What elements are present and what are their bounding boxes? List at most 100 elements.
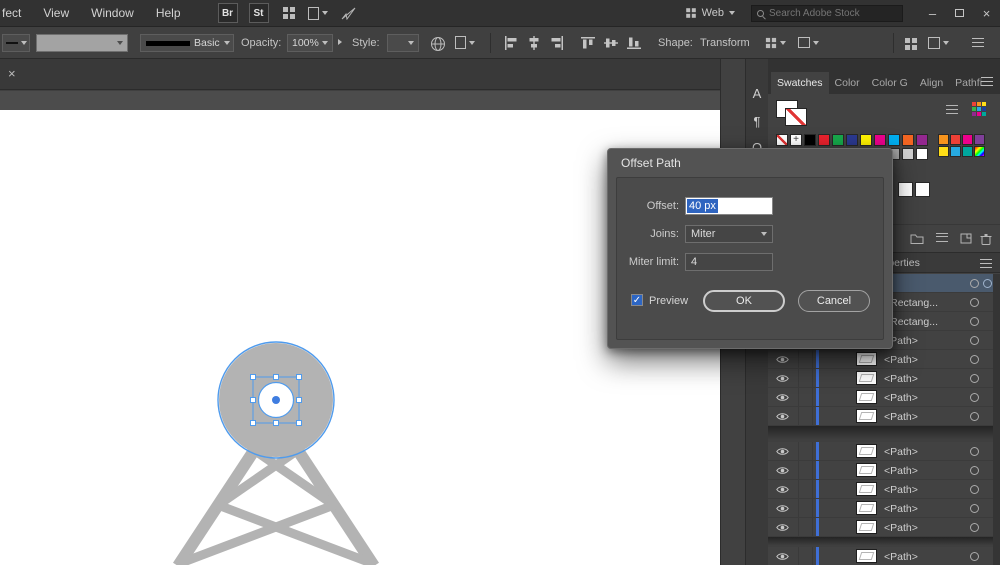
menu-item-window[interactable]: Window (80, 6, 145, 20)
menu-item-help[interactable]: Help (145, 6, 192, 20)
align-right-icon[interactable] (550, 36, 564, 50)
document-tab-close-icon[interactable]: × (8, 66, 16, 81)
center-anchor-point[interactable] (272, 396, 280, 404)
color-themes-icon[interactable] (972, 102, 986, 116)
stock-search[interactable] (751, 5, 903, 22)
fill-style-dropdown[interactable] (36, 34, 128, 52)
align-bottom-icon[interactable] (627, 36, 641, 50)
layer-label[interactable]: <Path> (884, 484, 918, 496)
visibility-eye-icon[interactable] (776, 485, 789, 494)
menu-item-view[interactable]: View (32, 6, 80, 20)
swatch-registration[interactable]: + (790, 134, 802, 146)
swatch[interactable] (902, 134, 914, 146)
target-circle-icon[interactable] (970, 523, 979, 532)
new-folder-icon[interactable] (910, 233, 924, 244)
swatch[interactable] (938, 134, 949, 145)
restore-button[interactable] (946, 0, 973, 27)
swatch[interactable] (902, 148, 914, 160)
layer-thumbnail[interactable] (856, 371, 877, 385)
layer-row-8[interactable]: <Path> (768, 407, 993, 426)
delete-swatch-trash-icon[interactable] (980, 233, 992, 245)
layer-label[interactable]: <Path> (884, 373, 918, 385)
document-setup-globe-icon[interactable] (430, 36, 446, 52)
swatch[interactable] (938, 146, 949, 157)
target-circle-icon[interactable] (970, 279, 979, 288)
target-circle-icon[interactable] (970, 485, 979, 494)
offset-input[interactable]: 40 px (685, 197, 773, 215)
visibility-eye-icon[interactable] (776, 466, 789, 475)
layer-row-6[interactable]: <Path> (768, 369, 993, 388)
stroke-none-proxy-swatch[interactable] (785, 108, 807, 126)
opacity-options-arrow-icon[interactable] (338, 39, 342, 45)
swatch-rainbow[interactable] (974, 146, 985, 157)
brush-definition-dropdown[interactable]: Basic (140, 34, 234, 52)
target-circle-icon[interactable] (970, 336, 979, 345)
swatch[interactable] (818, 134, 830, 146)
dialog-title[interactable]: Offset Path (608, 149, 892, 170)
target-circle-icon[interactable] (970, 504, 979, 513)
paragraph-panel-icon[interactable]: ¶ (748, 111, 766, 131)
swatch[interactable] (860, 134, 872, 146)
arrange-documents-icon[interactable] (283, 7, 295, 19)
swatch-options-icon[interactable] (936, 233, 948, 242)
control-bar-menu-icon[interactable] (972, 38, 984, 47)
swatch[interactable] (898, 182, 913, 197)
panel-tab-color[interactable]: Color (829, 72, 866, 94)
arrange-icon[interactable] (905, 38, 917, 50)
swatch[interactable] (888, 134, 900, 146)
opacity-dropdown[interactable]: 100% (287, 34, 333, 52)
layer-row-5[interactable]: <Path> (768, 350, 993, 369)
panel-tab-color-g[interactable]: Color G (866, 72, 914, 94)
layer-thumbnail[interactable] (856, 352, 877, 366)
layer-row-13[interactable]: <Path> (768, 518, 993, 537)
panel-view-dropdown[interactable] (928, 37, 949, 49)
visibility-eye-icon[interactable] (776, 447, 789, 456)
swatch[interactable] (846, 134, 858, 146)
layout-icon[interactable] (308, 7, 328, 20)
panel-tab-swatches[interactable]: Swatches (771, 72, 829, 94)
layer-thumbnail[interactable] (856, 482, 877, 496)
swatch[interactable] (916, 148, 928, 160)
layer-label[interactable]: <Path> (884, 392, 918, 404)
layer-row-7[interactable]: <Path> (768, 388, 993, 407)
layer-thumbnail[interactable] (856, 444, 877, 458)
visibility-eye-icon[interactable] (776, 523, 789, 532)
swatch[interactable] (874, 134, 886, 146)
swatch[interactable] (974, 134, 985, 145)
panel-menu-icon[interactable] (981, 77, 993, 86)
target-circle-icon[interactable] (970, 374, 979, 383)
target-circle-icon[interactable] (970, 552, 979, 561)
layers-menu-icon[interactable] (980, 259, 992, 268)
badge-br[interactable]: Br (218, 3, 238, 23)
layer-thumbnail[interactable] (856, 501, 877, 515)
visibility-eye-icon[interactable] (776, 355, 789, 364)
layer-label[interactable]: <Path> (884, 503, 918, 515)
visibility-eye-icon[interactable] (776, 504, 789, 513)
layer-thumbnail[interactable] (856, 463, 877, 477)
swatch[interactable] (962, 146, 973, 157)
layer-label[interactable]: <Path> (884, 446, 918, 458)
ok-button[interactable]: OK (703, 290, 785, 312)
layer-thumbnail[interactable] (856, 549, 877, 563)
cancel-button[interactable]: Cancel (798, 290, 870, 312)
swatch[interactable] (962, 134, 973, 145)
layer-row-12[interactable]: <Path> (768, 499, 993, 518)
visibility-eye-icon[interactable] (776, 412, 789, 421)
layer-label[interactable]: <Path> (884, 465, 918, 477)
visibility-eye-icon[interactable] (776, 552, 789, 561)
transform-label[interactable]: Transform (700, 37, 750, 49)
swatch[interactable] (950, 134, 961, 145)
swatch[interactable] (915, 182, 930, 197)
layer-row-9[interactable]: <Path> (768, 442, 993, 461)
joins-dropdown[interactable]: Miter (685, 225, 773, 243)
character-panel-icon[interactable]: A (748, 83, 766, 103)
layers-scrollbar[interactable] (993, 274, 1000, 565)
share-icon[interactable] (341, 7, 356, 20)
target-circle-icon[interactable] (970, 298, 979, 307)
layer-thumbnail[interactable] (856, 520, 877, 534)
swatch-none[interactable] (776, 134, 788, 146)
layer-row-14[interactable]: <Path> (768, 547, 993, 565)
layer-label[interactable]: <Path> (884, 411, 918, 423)
layer-thumbnail[interactable] (856, 390, 877, 404)
minimize-button[interactable]: – (919, 0, 946, 27)
